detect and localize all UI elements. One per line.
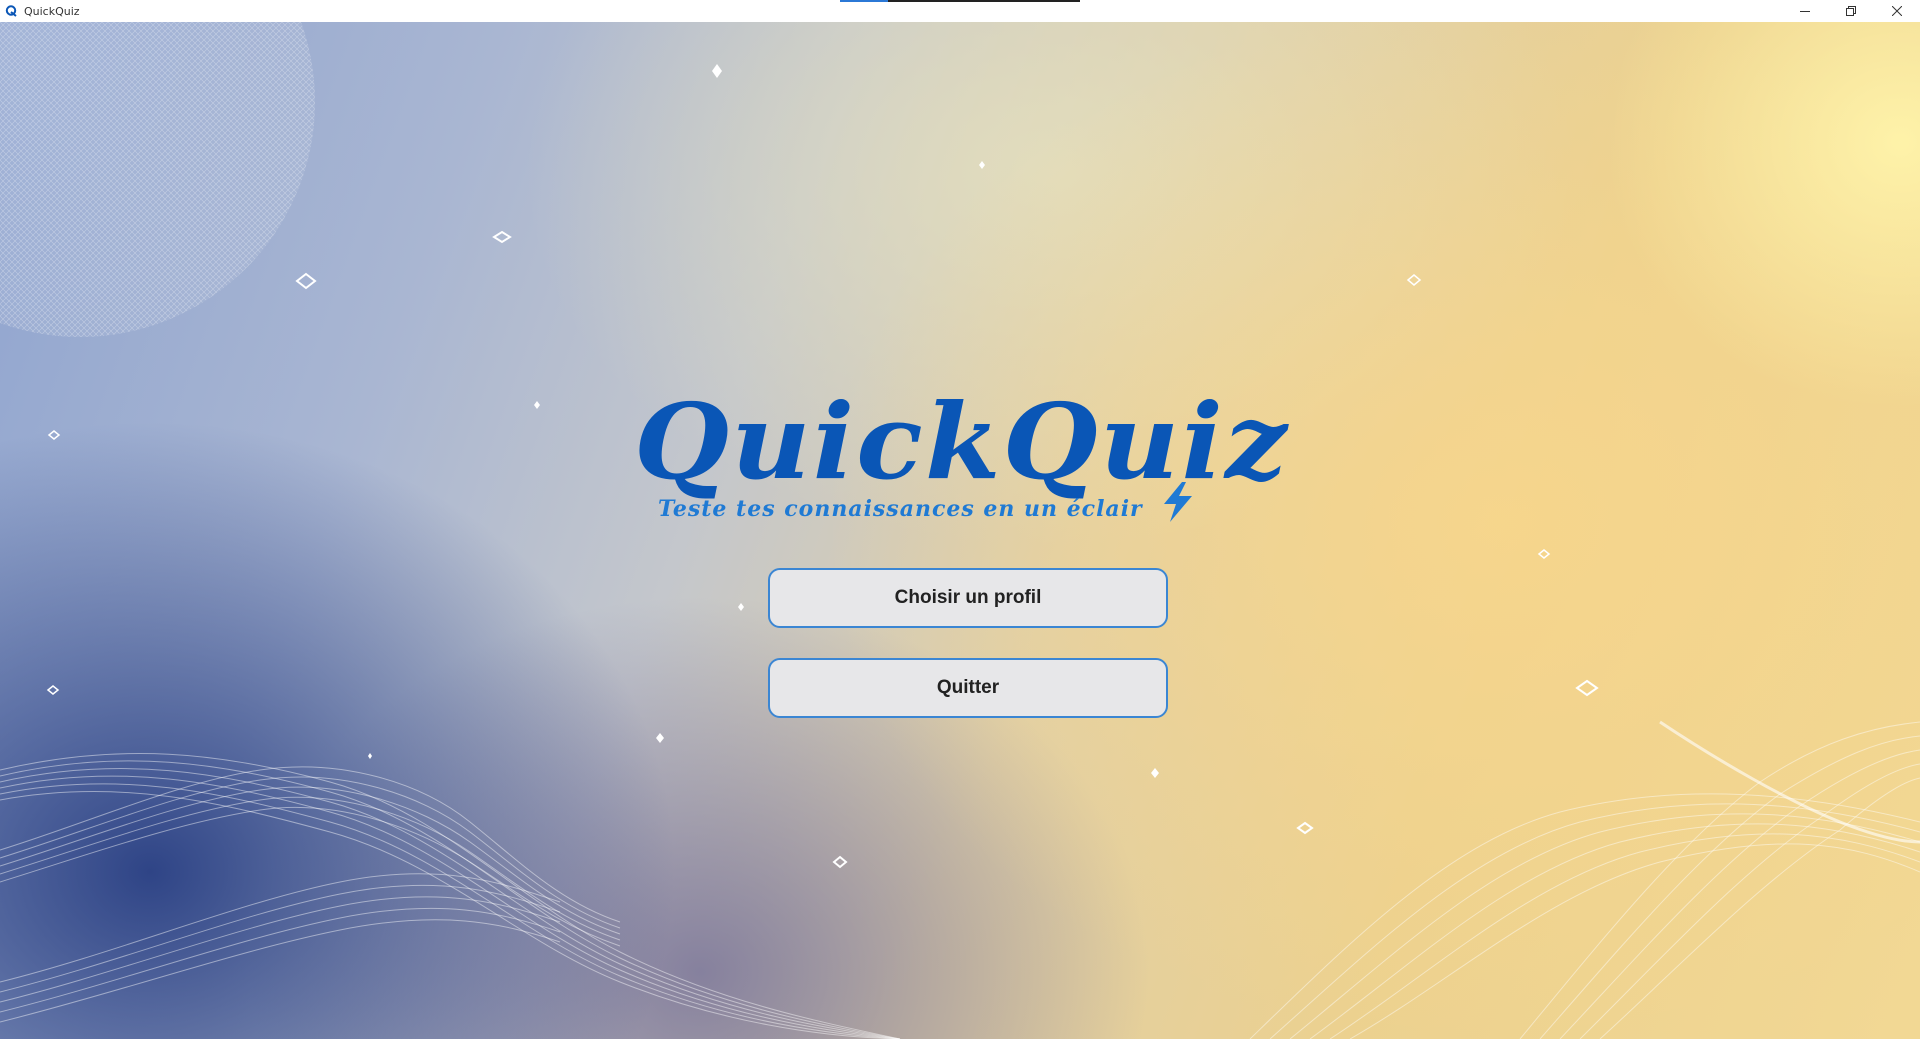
quickquiz-logo: QuickQuiz Teste tes connaissances en un … (628, 380, 1308, 536)
sparkle-diamond (832, 855, 848, 869)
sparkle-diamond (1537, 549, 1551, 559)
quit-button[interactable]: Quitter (768, 658, 1168, 718)
window-title: QuickQuiz (24, 4, 80, 18)
app-logo-icon (4, 4, 18, 18)
logo-tagline: Teste tes connaissances en un éclair (658, 496, 1143, 522)
sparkle-star (712, 64, 722, 78)
sparkle-star (1151, 768, 1159, 778)
titlebar-progress-bar (840, 0, 1080, 2)
sparkle-diamond (47, 430, 61, 440)
window-controls (1782, 0, 1920, 22)
restore-button[interactable] (1828, 0, 1874, 22)
sparkle-star (738, 603, 744, 611)
sparkle-diamond (1296, 821, 1314, 835)
sparkle-diamond (1406, 274, 1422, 286)
sparkle-diamond (46, 685, 60, 695)
restore-icon (1846, 6, 1856, 16)
close-button[interactable] (1874, 0, 1920, 22)
sparkle-diamond (295, 272, 317, 290)
sparkle-diamond (492, 230, 512, 244)
wave-lines-right (1249, 720, 1920, 1039)
title-bar: QuickQuiz (0, 0, 1920, 22)
sparkle-diamond (1575, 679, 1599, 697)
sparkle-star (368, 753, 372, 759)
quickquiz-window: QuickQuiz QuickQuiz Teste tes connaissan… (0, 0, 1920, 1039)
minimize-icon (1800, 11, 1810, 12)
sparkle-star (979, 161, 985, 169)
titlebar-progress-fill (840, 0, 888, 2)
mesh-circle (0, 22, 315, 337)
minimize-button[interactable] (1782, 0, 1828, 22)
sparkle-star (656, 733, 664, 743)
choose-profile-button[interactable]: Choisir un profil (768, 568, 1168, 628)
wave-lines-left (0, 752, 901, 1039)
sparkle-star (534, 401, 540, 409)
lightning-bolt-icon (1164, 482, 1192, 522)
close-icon (1892, 6, 1902, 16)
